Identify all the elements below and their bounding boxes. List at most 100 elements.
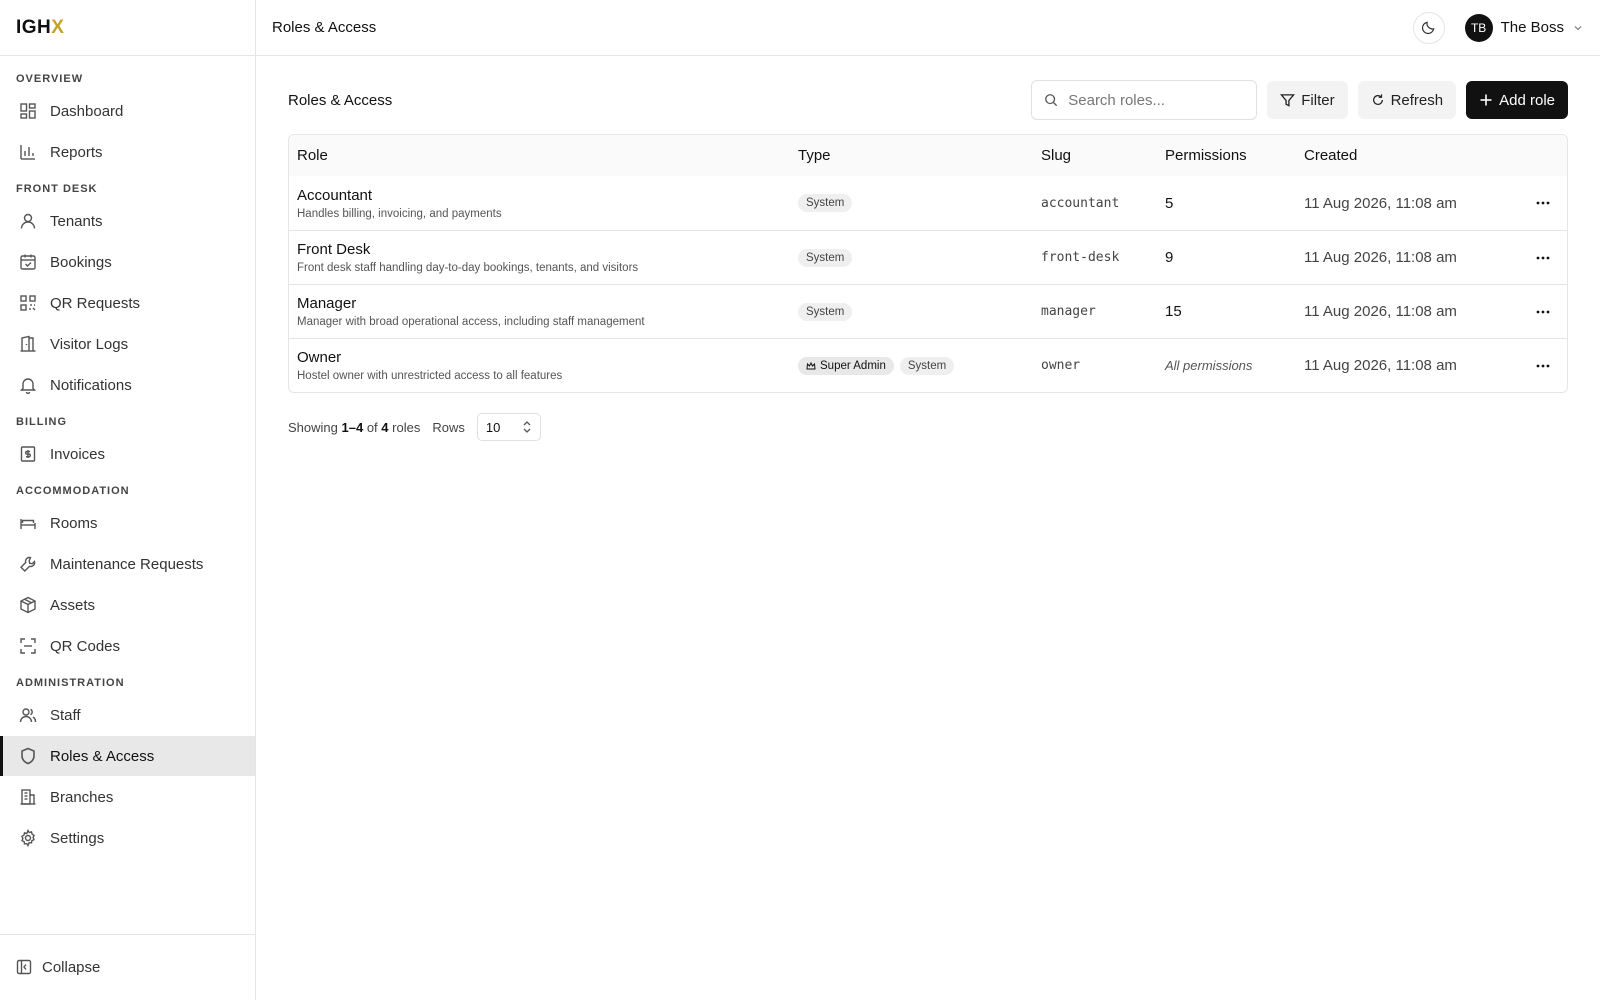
sidebar-item-dashboard[interactable]: Dashboard — [0, 91, 255, 131]
avatar: TB — [1464, 13, 1493, 42]
sidebar-item-reports[interactable]: Reports — [0, 132, 255, 172]
header-type[interactable]: Type — [798, 147, 1041, 164]
roles-table: Role Type Slug Permissions Created Accou… — [288, 134, 1568, 393]
refresh-label: Refresh — [1390, 91, 1444, 109]
sidebar-item-bookings[interactable]: Bookings — [0, 242, 255, 282]
sidebar-item-label: QR Codes — [50, 637, 121, 655]
sidebar: IGHX OVERVIEW Dashboard Reports FRONT DESK T… — [0, 0, 256, 1000]
more-horizontal-icon — [1535, 250, 1551, 266]
sidebar-item-label: Roles & Access — [50, 747, 155, 765]
chevron-down-icon — [1572, 22, 1584, 34]
user-name: The Boss — [1500, 19, 1564, 36]
collapse-button[interactable]: Collapse — [0, 934, 255, 1000]
system-badge: System — [899, 356, 955, 375]
refresh-button[interactable]: Refresh — [1357, 81, 1457, 119]
door-icon — [18, 334, 38, 354]
sidebar-item-label: Maintenance Requests — [50, 555, 204, 573]
table-row[interactable]: Owner Hostel owner with unrestricted acc… — [289, 338, 1567, 392]
header-permissions[interactable]: Permissions — [1165, 147, 1304, 164]
created-cell: 11 Aug 2026, 11:08 am — [1304, 303, 1457, 320]
sidebar-nav: OVERVIEW Dashboard Reports FRONT DESK Tenant… — [0, 56, 255, 934]
theme-toggle-button[interactable] — [1412, 11, 1445, 44]
building-icon — [18, 787, 38, 807]
sidebar-item-invoices[interactable]: Invoices — [0, 434, 255, 474]
created-cell: 11 Aug 2026, 11:08 am — [1304, 249, 1457, 266]
sidebar-item-label: Staff — [50, 706, 81, 724]
dollar-receipt-icon — [18, 444, 38, 464]
header-slug[interactable]: Slug — [1041, 147, 1165, 164]
main-area: Roles & Access TB The Boss Roles & Acces… — [256, 0, 1600, 1000]
sidebar-item-label: Invoices — [50, 445, 106, 463]
sidebar-item-branches[interactable]: Branches — [0, 777, 255, 817]
row-actions-button[interactable] — [1524, 195, 1567, 211]
sidebar-item-tenants[interactable]: Tenants — [0, 201, 255, 241]
scan-icon — [18, 636, 38, 656]
type-cell: System — [798, 302, 1041, 321]
role-description: Front desk staff handling day-to-day boo… — [297, 262, 639, 274]
bell-icon — [18, 375, 38, 395]
rows-label: Rows — [432, 419, 465, 435]
sidebar-item-label: Bookings — [50, 253, 112, 271]
sidebar-section-label: FRONT DESK — [16, 183, 98, 195]
role-cell: Owner Hostel owner with unrestricted acc… — [289, 349, 798, 382]
search-input[interactable] — [1068, 91, 1229, 109]
moon-icon — [1421, 20, 1436, 35]
refresh-icon — [1371, 93, 1385, 107]
permissions-cell: 5 — [1165, 194, 1174, 212]
sidebar-item-settings[interactable]: Settings — [0, 818, 255, 858]
more-horizontal-icon — [1535, 358, 1551, 374]
permissions-cell: 15 — [1165, 303, 1182, 320]
sidebar-item-label: Notifications — [50, 376, 132, 394]
users-icon — [18, 705, 38, 725]
row-actions-button[interactable] — [1524, 304, 1567, 320]
crown-icon — [806, 361, 816, 371]
role-name: Accountant — [297, 186, 373, 204]
row-actions-button[interactable] — [1524, 250, 1567, 266]
sidebar-item-label: Dashboard — [50, 102, 124, 120]
filter-button[interactable]: Filter — [1267, 81, 1348, 119]
sidebar-section-label: ADMINISTRATION — [16, 677, 125, 689]
topbar: Roles & Access TB The Boss — [256, 0, 1600, 56]
rows-per-page-select[interactable]: 10 — [476, 413, 541, 441]
type-cell: Super Admin System — [798, 356, 1041, 375]
toolbar: Roles & Access Filter — [288, 80, 1568, 120]
role-description: Handles billing, invoicing, and payments — [297, 207, 502, 220]
sidebar-item-qr-codes[interactable]: QR Codes — [0, 626, 255, 666]
table-row[interactable]: Accountant Handles billing, invoicing, a… — [289, 176, 1567, 230]
gear-icon — [18, 828, 38, 848]
table-row[interactable]: Front Desk Front desk staff handling day… — [289, 230, 1567, 284]
permissions-cell: All permissions — [1165, 358, 1253, 373]
slug-cell: front-desk — [1041, 250, 1120, 265]
header-role[interactable]: Role — [289, 147, 798, 164]
add-role-button[interactable]: Add role — [1466, 81, 1568, 119]
role-name: Owner — [297, 349, 342, 366]
section-title: Roles & Access — [288, 91, 393, 109]
role-name: Front Desk — [297, 241, 371, 258]
app-logo[interactable]: IGHX — [16, 17, 64, 39]
sidebar-item-staff[interactable]: Staff — [0, 695, 255, 735]
sidebar-item-roles-access[interactable]: Roles & Access — [0, 736, 255, 776]
header-created[interactable]: Created — [1304, 147, 1524, 164]
showing-text: Showing 1–4 of 4 roles — [288, 419, 421, 435]
table-row[interactable]: Manager Manager with broad operational a… — [289, 284, 1567, 338]
search-box — [1031, 80, 1258, 120]
sidebar-item-notifications[interactable]: Notifications — [0, 365, 255, 405]
role-cell: Manager Manager with broad operational a… — [289, 295, 798, 328]
row-actions-button[interactable] — [1524, 358, 1567, 374]
page-title: Roles & Access — [272, 19, 377, 36]
sidebar-item-assets[interactable]: Assets — [0, 585, 255, 625]
sidebar-item-qr-requests[interactable]: QR Requests — [0, 283, 255, 323]
permissions-cell: 9 — [1165, 249, 1174, 266]
dashboard-icon — [18, 101, 38, 121]
user-menu[interactable]: TB The Boss — [1464, 13, 1584, 42]
role-description: Hostel owner with unrestricted access to… — [297, 370, 563, 382]
more-horizontal-icon — [1535, 195, 1551, 211]
sidebar-item-maintenance-requests[interactable]: Maintenance Requests — [0, 544, 255, 584]
filter-icon — [1280, 93, 1296, 108]
user-icon — [18, 211, 38, 231]
sidebar-item-visitor-logs[interactable]: Visitor Logs — [0, 324, 255, 364]
collapse-label: Collapse — [42, 959, 101, 976]
sidebar-item-rooms[interactable]: Rooms — [0, 503, 255, 543]
sidebar-header: IGHX — [0, 0, 255, 56]
sidebar-item-label: QR Requests — [50, 294, 141, 312]
